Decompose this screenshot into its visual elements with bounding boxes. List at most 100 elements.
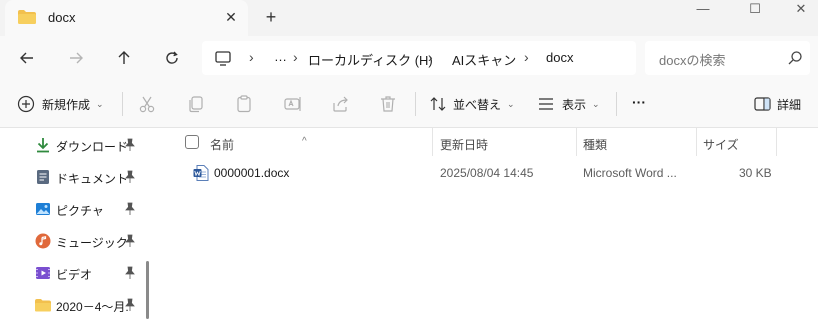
monitor-icon [215, 51, 231, 66]
sidebar-item-pictures[interactable]: ピクチャ [0, 194, 150, 224]
divider [122, 92, 123, 116]
divider [616, 92, 617, 116]
sidebar-item-videos[interactable]: ビデオ [0, 258, 150, 288]
details-button[interactable]: 詳細 [754, 92, 801, 116]
arrow-left-icon [20, 52, 33, 64]
maximize-button[interactable]: ☐ [732, 0, 778, 22]
music-icon [35, 233, 51, 249]
divider [415, 92, 416, 116]
chevron-down-icon: ⌄ [592, 98, 600, 109]
file-size: 30 KB [739, 166, 772, 180]
details-button-label: 詳細 [777, 97, 802, 112]
sort-icon [430, 97, 446, 111]
column-header-type[interactable]: 種類 [577, 128, 696, 156]
column-header-name[interactable]: ^ 名前 [158, 128, 433, 156]
sidebar-item-label: ピクチャ [56, 204, 104, 218]
documents-icon [37, 170, 49, 184]
paste-icon[interactable] [234, 94, 254, 114]
sort-button-label: 並べ替え [453, 97, 502, 112]
table-row[interactable]: 0000001.docx 2025/08/04 14:45 Microsoft … [158, 160, 818, 186]
sidebar-item-downloads[interactable]: ダウンロード [0, 130, 150, 160]
close-window-button[interactable]: ✕ [778, 0, 818, 22]
column-header-size-label: サイズ [703, 138, 739, 152]
arrow-up-icon [118, 51, 130, 64]
breadcrumb-overflow[interactable]: … [274, 49, 287, 64]
pin-icon[interactable] [124, 234, 136, 248]
plus-circle-icon [17, 95, 35, 113]
pictures-icon [36, 203, 50, 215]
pin-icon[interactable] [124, 266, 136, 280]
command-bar: 新規作成 ⌄ 並べ替え ⌄ 表示 ⌄ ··· 詳細 [0, 80, 818, 128]
delete-icon[interactable] [378, 94, 398, 114]
more-options-button[interactable]: ··· [632, 90, 646, 114]
sort-ascending-icon: ^ [302, 136, 307, 147]
breadcrumb-ai-scan[interactable]: AIスキャン [452, 50, 516, 69]
sidebar-item-label: ダウンロード [56, 140, 129, 154]
sidebar-item-folder-2020[interactable]: 2020－4～月. [0, 290, 150, 319]
title-bar: docx ✕ + — ☐ ✕ [0, 0, 818, 36]
view-list-icon [539, 98, 553, 110]
forward-button[interactable] [62, 44, 90, 72]
chevron-right-icon: › [293, 49, 298, 65]
folder-icon [35, 299, 51, 312]
navigation-pane: ダウンロード ドキュメント ピクチャ ミュージック ビデオ 2020－4～月. [0, 128, 158, 319]
pin-icon[interactable] [124, 170, 136, 184]
sidebar-item-documents[interactable]: ドキュメント [0, 162, 150, 192]
details-pane-icon [754, 97, 771, 111]
chevron-right-icon: › [428, 49, 433, 65]
new-button[interactable]: 新規作成 ⌄ [17, 92, 104, 116]
search-icon [788, 51, 802, 65]
download-icon [37, 138, 49, 153]
sidebar-item-music[interactable]: ミュージック [0, 226, 150, 256]
column-divider[interactable] [776, 128, 777, 156]
pin-icon[interactable] [124, 202, 136, 216]
view-button[interactable]: 表示 ⌄ [538, 92, 600, 116]
chevron-down-icon: ⌄ [507, 98, 515, 109]
file-modified: 2025/08/04 14:45 [440, 166, 534, 180]
navigation-scrollbar[interactable] [146, 261, 149, 319]
column-header-modified-label: 更新日時 [440, 138, 489, 152]
videos-icon [36, 267, 50, 279]
arrow-right-icon [70, 52, 83, 64]
minimize-button[interactable]: — [680, 0, 726, 22]
address-row: › … › ローカルディスク (H) › AIスキャン › docx docxの… [0, 36, 818, 80]
new-tab-button[interactable]: + [260, 6, 282, 28]
file-list: ^ 名前 更新日時 種類 サイズ 0000001.docx 2025/08/04… [158, 128, 818, 319]
sort-button[interactable]: 並べ替え ⌄ [430, 92, 515, 116]
search-box[interactable]: docxの検索 [645, 41, 810, 75]
column-header-size[interactable]: サイズ [697, 128, 777, 156]
breadcrumb-local-disk[interactable]: ローカルディスク (H) [308, 50, 433, 69]
share-icon[interactable] [331, 94, 351, 114]
tab-docx[interactable]: docx ✕ [5, 0, 248, 36]
select-all-checkbox[interactable] [185, 135, 199, 149]
copy-icon[interactable] [186, 94, 206, 114]
chevron-right-icon: › [249, 49, 254, 65]
column-header-modified[interactable]: 更新日時 [433, 128, 576, 156]
file-name[interactable]: 0000001.docx [214, 166, 289, 180]
view-button-label: 表示 [562, 97, 587, 112]
pin-icon[interactable] [124, 138, 136, 152]
back-button[interactable] [13, 44, 41, 72]
file-type: Microsoft Word ... [583, 166, 677, 180]
refresh-button[interactable] [158, 44, 186, 72]
breadcrumb-docx[interactable]: docx [546, 50, 573, 65]
pin-icon[interactable] [124, 298, 136, 312]
sidebar-item-label: ビデオ [56, 268, 93, 282]
cut-icon[interactable] [137, 94, 157, 114]
sidebar-item-label: 2020－4～月. [56, 300, 129, 314]
refresh-icon [166, 51, 178, 64]
folder-icon [18, 10, 36, 24]
chevron-right-icon: › [524, 49, 529, 65]
up-button[interactable] [110, 44, 138, 72]
column-header-type-label: 種類 [583, 138, 608, 152]
sidebar-item-label: ドキュメント [56, 172, 129, 186]
rename-icon[interactable] [283, 94, 303, 114]
column-header-name-label: 名前 [210, 138, 235, 152]
sidebar-item-label: ミュージック [56, 236, 128, 250]
tab-title: docx [48, 10, 76, 25]
search-input[interactable]: docxの検索 [659, 50, 725, 69]
tab-close-button[interactable]: ✕ [221, 7, 241, 27]
address-bar[interactable]: › … › ローカルディスク (H) › AIスキャン › docx [202, 41, 636, 75]
chevron-down-icon: ⌄ [96, 98, 104, 109]
word-document-icon [193, 165, 209, 181]
